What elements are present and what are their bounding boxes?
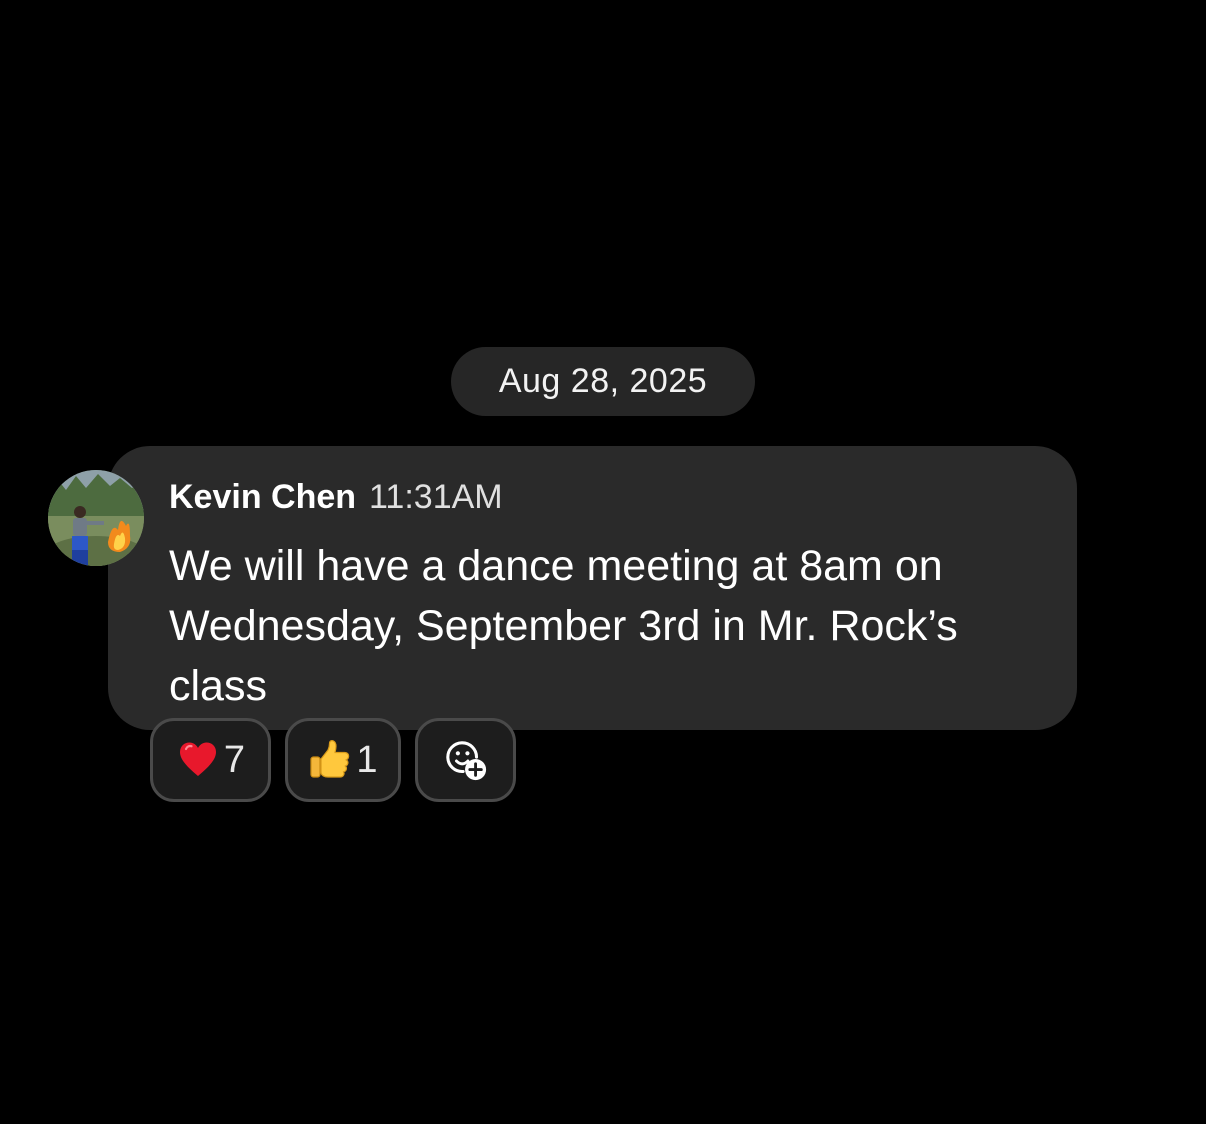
- message-header: Kevin Chen 11:31AM: [169, 478, 503, 517]
- red-heart-icon: [176, 738, 220, 782]
- add-reaction-icon: [444, 738, 488, 782]
- sender-name[interactable]: Kevin Chen: [169, 478, 356, 517]
- reaction-count: 7: [223, 738, 246, 781]
- user-photo-avatar-icon: [48, 470, 144, 566]
- message-time: 11:31AM: [369, 478, 503, 516]
- message-text: We will have a dance meeting at 8am on W…: [169, 542, 958, 710]
- reaction-heart-button[interactable]: 7: [150, 718, 271, 802]
- reactions-bar: 7 1: [150, 718, 516, 802]
- add-reaction-button[interactable]: [415, 718, 516, 802]
- thumbs-up-icon: [308, 738, 352, 782]
- date-separator: Aug 28, 2025: [451, 347, 755, 416]
- reaction-count: 1: [356, 738, 378, 781]
- message-bubble[interactable]: Kevin Chen 11:31AM We will have a dance …: [108, 446, 1077, 730]
- avatar[interactable]: [48, 470, 144, 566]
- reaction-thumbs-up-button[interactable]: 1: [285, 718, 401, 802]
